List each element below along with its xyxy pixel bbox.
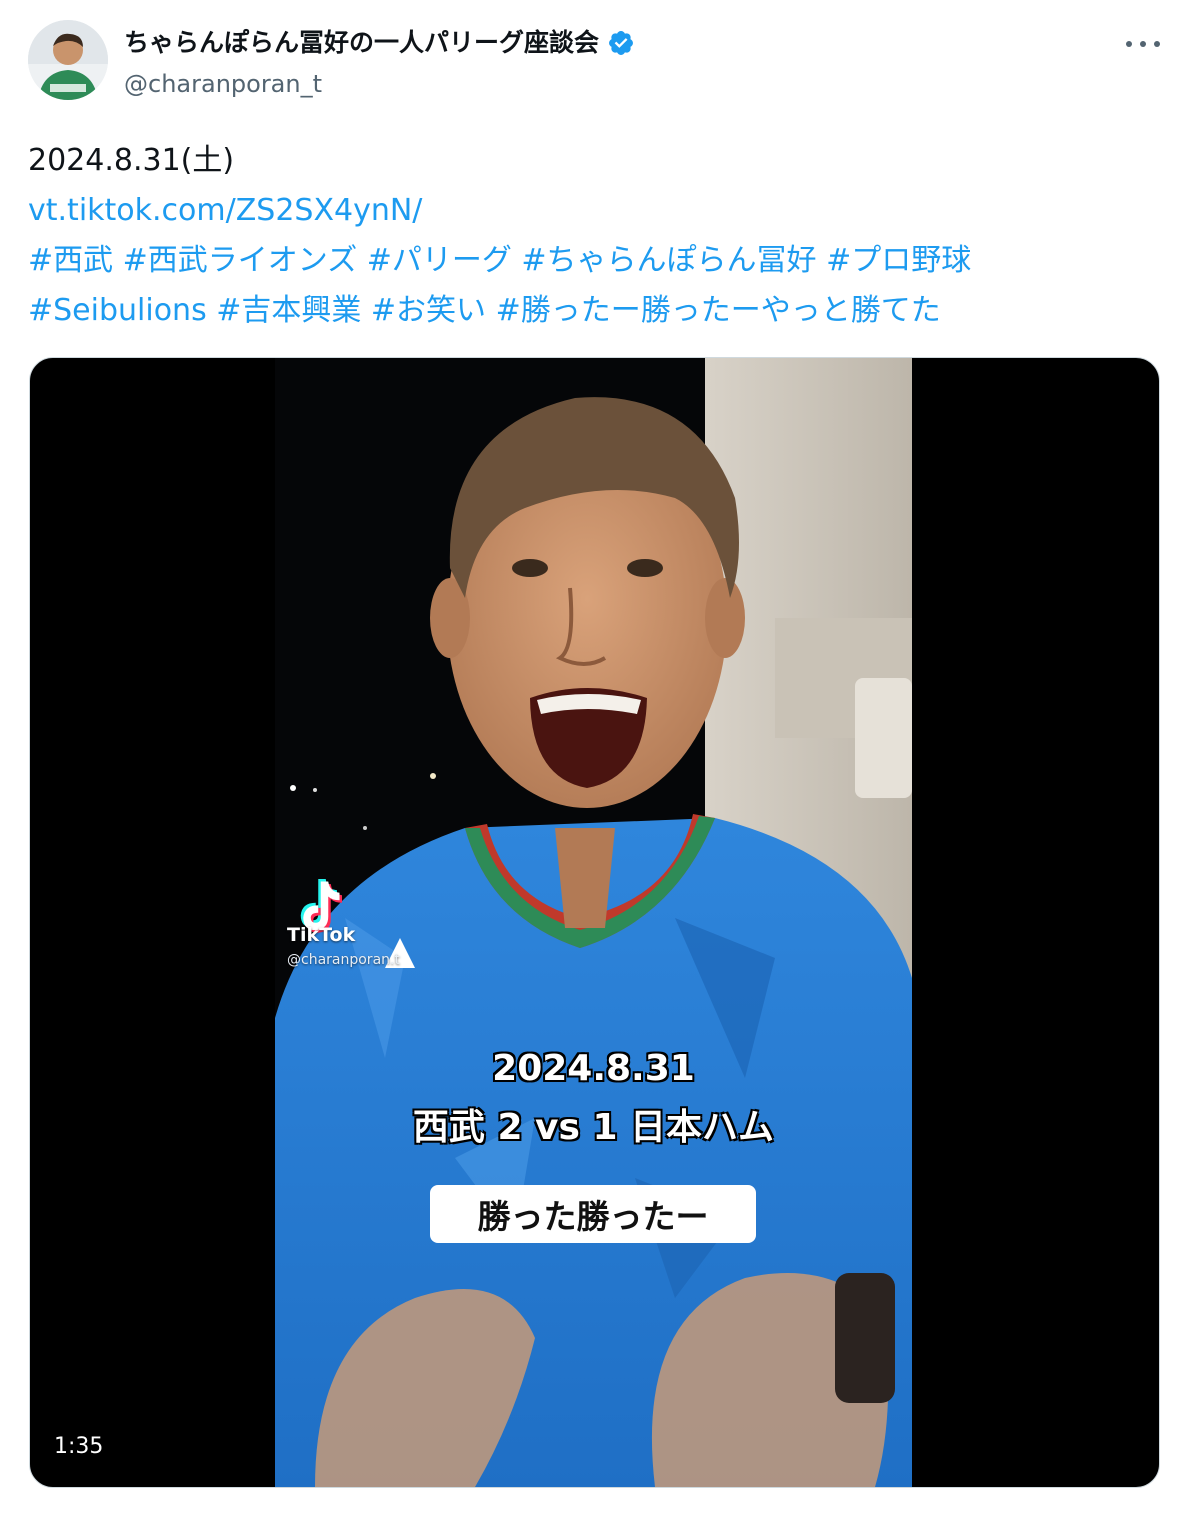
more-dot-icon (1126, 41, 1132, 47)
video-caption-date: 2024.8.31 (491, 1047, 695, 1090)
more-options-button[interactable] (1126, 34, 1160, 54)
tweet-link[interactable]: vt.tiktok.com/ZS2SX4ynN/ (28, 186, 1148, 236)
hashtags-line-2[interactable]: #Seibulions #吉本興業 #お笑い #勝ったー勝ったーやっと勝てた (28, 286, 1148, 336)
avatar-image (28, 20, 108, 100)
author-display-name-row[interactable]: ちゃらんぽらん冨好の一人パリーグ座談会 (124, 26, 635, 60)
more-dot-icon (1154, 41, 1160, 47)
author-avatar[interactable] (28, 20, 108, 100)
video-still-image (275, 358, 912, 1487)
tweet-text: 2024.8.31(土) vt.tiktok.com/ZS2SX4ynN/ #西… (28, 136, 1148, 336)
video-player[interactable]: TikTok @charanporan.t 2024.8.31 西武 2 vs … (29, 357, 1160, 1488)
hashtags-line-1[interactable]: #西武 #西武ライオンズ #パリーグ #ちゃらんぽらん冨好 #プロ野球 (28, 236, 1148, 286)
video-duration: 1:35 (54, 1434, 104, 1459)
video-subtitle: 勝った勝ったー (430, 1185, 756, 1243)
more-dot-icon (1140, 41, 1146, 47)
video-caption-score: 西武 2 vs 1 日本ハム (412, 1106, 775, 1149)
video-frame[interactable]: TikTok @charanporan.t 2024.8.31 西武 2 vs … (275, 358, 912, 1487)
tiktok-watermark-label: TikTok (287, 924, 356, 946)
tweet-date-line: 2024.8.31(土) (28, 143, 235, 178)
author-display-name[interactable]: ちゃらんぽらん冨好の一人パリーグ座談会 (124, 26, 599, 60)
verified-badge-icon (609, 31, 633, 55)
author-handle[interactable]: @charanporan_t (124, 68, 322, 100)
tiktok-watermark-user: @charanporan.t (287, 952, 400, 968)
